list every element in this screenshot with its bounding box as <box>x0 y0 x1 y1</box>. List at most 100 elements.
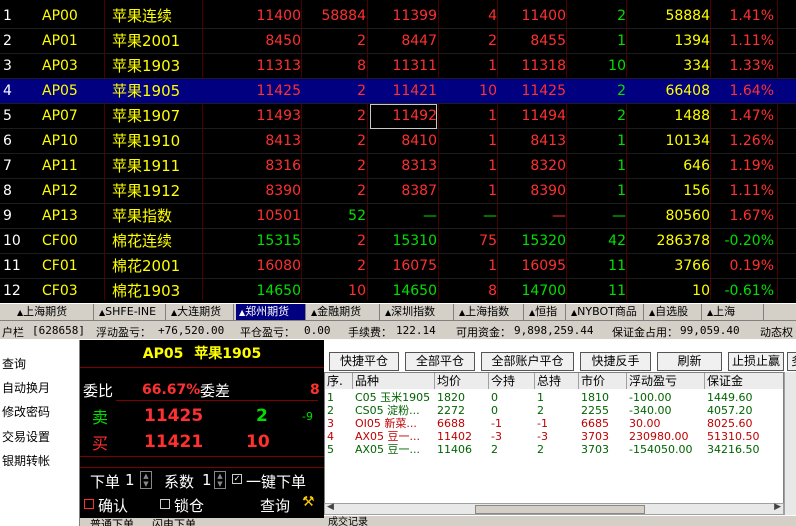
scroll-right-icon[interactable]: ▶ <box>774 502 781 512</box>
quote-row[interactable]: 4 AP05 苹果1905 11425 2 11421 10 11425 2 66408 1.64% <box>0 79 796 104</box>
one-key-checkbox[interactable]: ✓ <box>232 474 242 484</box>
order-mode-tabs: 普通下单 闪电下单 <box>80 518 324 526</box>
market-tab[interactable]: ▲大连期货 <box>168 304 234 320</box>
left-menu-item[interactable]: 查询 <box>2 355 26 372</box>
tab-normal-order[interactable]: 普通下单 <box>90 518 134 526</box>
column-header[interactable]: 今持 <box>489 373 535 389</box>
toolbar-button[interactable]: 全部账户平仓 <box>481 352 574 371</box>
toolbar-button[interactable]: 快捷平仓 <box>329 352 399 371</box>
column-header[interactable]: 保证金 <box>705 373 783 389</box>
vertical-scrollbar[interactable] <box>784 372 796 515</box>
toolbar-button[interactable]: 止损止赢 <box>728 352 784 371</box>
quote-cell-ask: 8413 <box>530 133 566 149</box>
quote-cell-ask: 14700 <box>521 283 566 299</box>
position-cell: 1810 <box>581 391 609 404</box>
quote-cell-idx: 5 <box>3 108 12 124</box>
quote-cell-bidv: 75 <box>479 233 497 249</box>
quote-cell-chg: -0.20% <box>724 233 774 249</box>
market-tab[interactable]: ▲金融期货 <box>308 304 380 320</box>
scroll-thumb[interactable] <box>475 505 645 514</box>
toolbar-button[interactable]: 全部平仓 <box>405 352 475 371</box>
position-cell: -100.00 <box>629 391 672 404</box>
quote-cell-last: 8450 <box>265 33 301 49</box>
buy-price[interactable]: 11421 <box>144 432 203 452</box>
tools-icon[interactable]: ⚒ <box>302 494 315 510</box>
sell-price[interactable]: 11425 <box>144 406 203 426</box>
left-menu-item[interactable]: 交易设置 <box>2 428 50 445</box>
column-header[interactable]: 均价 <box>435 373 489 389</box>
divider <box>116 400 318 401</box>
lock-checkbox[interactable] <box>160 499 170 509</box>
column-header[interactable]: 市价 <box>579 373 627 389</box>
quote-row[interactable]: 3 AP03 苹果1903 11313 8 11311 1 11318 10 334 1.33% <box>0 54 796 79</box>
tab-flash-order[interactable]: 闪电下单 <box>152 518 196 526</box>
quote-row[interactable]: 11 CF01 棉花2001 16080 2 16075 1 16095 11 3766 0.19% <box>0 254 796 279</box>
toolbar-button[interactable]: 刷新 <box>657 352 722 371</box>
quote-row[interactable]: 8 AP12 苹果1912 8390 2 8387 1 8390 1 156 1.11% <box>0 179 796 204</box>
position-row[interactable]: 3 OI05 新菜... 6688 -1 -1 6685 30.00 8025.60 <box>325 417 783 430</box>
tab-trade-records[interactable]: 成交记录 <box>328 516 368 526</box>
market-tab[interactable]: ▲SHFE-INE <box>96 304 166 320</box>
quote-cell-chg: 1.47% <box>729 108 774 124</box>
market-tab[interactable]: ▲NYBOT商品 <box>568 304 644 320</box>
position-cell: 5 <box>327 443 334 456</box>
quote-cell-ask: 16095 <box>521 258 566 274</box>
quote-row[interactable]: 9 AP13 苹果指数 10501 52 — — — — 80560 1.67% <box>0 204 796 229</box>
market-tab[interactable]: ▲恒指 <box>526 304 566 320</box>
quote-cell-bid: 16075 <box>392 258 437 274</box>
position-row[interactable]: 4 AX05 豆一... 11402 -3 -3 3703 230980.00 51310.5… <box>325 430 783 443</box>
coef-value[interactable]: 1 <box>202 471 212 489</box>
quote-cell-bid: 8447 <box>401 33 437 49</box>
market-tab-label: NYBOT商品 <box>577 305 637 318</box>
left-menu: 查询自动换月修改密码交易设置银期转帐 <box>0 340 80 526</box>
position-row[interactable]: 2 CS05 淀粉... 2272 0 2 2255 -340.00 4057.20 <box>325 404 783 417</box>
quote-row[interactable]: 10 CF00 棉花连续 15315 2 15310 75 15320 42 286378 -0.2… <box>0 229 796 254</box>
column-header[interactable]: 浮动盈亏 <box>627 373 705 389</box>
quote-row[interactable]: 2 AP01 苹果2001 8450 2 8447 2 8455 1 1394 1.11% <box>0 29 796 54</box>
quote-cell-bid: 11492 <box>370 104 437 129</box>
market-tab[interactable]: ▲深圳指数 <box>382 304 454 320</box>
market-tab-label: 深圳指数 <box>391 305 436 318</box>
market-tab[interactable]: ▲上海期货 <box>14 304 94 320</box>
quote-cell-askv: 1 <box>617 133 626 149</box>
toolbar-button[interactable]: 快捷反手 <box>580 352 651 371</box>
quote-row[interactable]: 6 AP10 苹果1910 8413 2 8410 1 8413 1 10134 1.26% <box>0 129 796 154</box>
order-qty-value[interactable]: 1 <box>125 471 135 489</box>
market-tab[interactable]: ▲自选股 <box>646 304 702 320</box>
market-tab[interactable]: ▲上海指数 <box>456 304 524 320</box>
quote-cell-vol: 2 <box>357 158 366 174</box>
position-row[interactable]: 5 AX05 豆一... 11406 2 2 3703 -154050.00 34216.50 <box>325 443 783 456</box>
column-header[interactable]: 品种 <box>353 373 435 389</box>
left-menu-item[interactable]: 银期转帐 <box>2 452 50 469</box>
quote-cell-bid: 11311 <box>392 58 437 74</box>
toolbar-button[interactable]: 多 <box>787 352 796 371</box>
quote-row[interactable]: 12 CF03 棉花1903 14650 10 14650 8 14700 11 10 -0.61% <box>0 279 796 303</box>
float-pl-label: 浮动盈亏： <box>96 326 151 339</box>
quote-cell-vol: 8 <box>357 58 366 74</box>
left-menu-item[interactable]: 修改密码 <box>2 403 50 420</box>
quote-cell-idx: 8 <box>3 183 12 199</box>
query-button[interactable]: 查询 <box>260 495 290 516</box>
left-menu-item[interactable]: 自动换月 <box>2 379 50 396</box>
quote-cell-oi: 646 <box>683 158 710 174</box>
column-header[interactable]: 序. <box>325 373 353 389</box>
order-qty-stepper[interactable]: ▲ ▼ <box>140 471 152 489</box>
quote-cell-name: 苹果指数 <box>112 207 173 225</box>
column-header[interactable]: 总持 <box>535 373 579 389</box>
sell-volume: 2 <box>256 406 268 426</box>
quote-cell-code: AP03 <box>42 58 78 74</box>
market-tab[interactable]: ▲上海 <box>704 304 764 320</box>
confirm-checkbox[interactable] <box>84 499 94 509</box>
market-tab[interactable]: ▲郑州期货 <box>236 304 306 320</box>
quote-row[interactable]: 5 AP07 苹果1907 11493 2 11492 1 11494 2 1488 1.47% <box>0 104 796 129</box>
scroll-left-icon[interactable]: ◀ <box>327 502 334 512</box>
quote-cell-bid: 15310 <box>392 233 437 249</box>
coef-stepper[interactable]: ▲ ▼ <box>214 471 226 489</box>
quote-row[interactable]: 7 AP11 苹果1911 8316 2 8313 1 8320 1 646 1.19% <box>0 154 796 179</box>
position-row[interactable]: 1 C05 玉米1905 1820 0 1 1810 -100.00 1449.60 <box>325 391 783 404</box>
horizontal-scrollbar[interactable]: ◀ ▶ <box>324 502 784 515</box>
position-cell: 34216.50 <box>707 443 760 456</box>
quote-cell-bid: — <box>423 208 437 224</box>
quote-row[interactable]: 1 AP00 苹果连续 11400 58884 11399 4 11400 2 58884 1.41… <box>0 4 796 29</box>
quote-cell-code: AP11 <box>42 158 78 174</box>
